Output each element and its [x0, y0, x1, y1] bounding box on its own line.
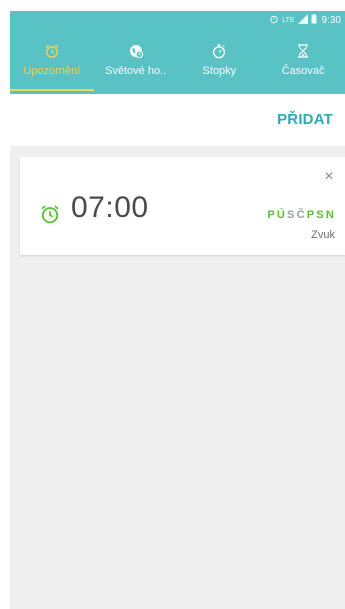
tab-world-clock[interactable]: Světové ho..	[94, 31, 178, 91]
alarm-sound-label: Zvuk	[311, 229, 335, 241]
tab-alarm[interactable]: Upozornění	[10, 31, 94, 91]
active-tab-indicator	[10, 89, 94, 91]
tab-label: Stopky	[202, 65, 237, 77]
day-tuesday: Ú	[276, 209, 287, 221]
alarm-card[interactable]: × 07:00 P Ú S Č P S N Zvuk	[20, 157, 345, 255]
alarm-clock-icon[interactable]	[39, 203, 61, 225]
tab-label: Časovač	[281, 65, 325, 77]
add-alarm-button[interactable]: PŘIDAT	[277, 111, 333, 128]
action-bar: PŘIDAT	[10, 94, 345, 146]
tab-label: Světové ho..	[105, 65, 167, 77]
alarm-clock-icon	[45, 44, 59, 58]
tab-timer[interactable]: Časovač	[261, 31, 345, 91]
day-monday: P	[267, 209, 276, 221]
alarm-status-icon	[269, 14, 279, 27]
day-wednesday: S	[287, 209, 296, 221]
lte-icon: LTE	[282, 17, 295, 24]
day-friday: P	[306, 209, 316, 221]
globe-icon	[129, 45, 143, 59]
app-header: LTE 9:30 Upozornění Světové ho.. Stopky …	[10, 11, 345, 94]
signal-icon	[297, 14, 308, 27]
stopwatch-icon	[213, 44, 226, 59]
alarm-time: 07:00	[71, 191, 149, 224]
day-sunday: N	[325, 209, 335, 221]
phone-screen: LTE 9:30 Upozornění Světové ho.. Stopky …	[10, 11, 345, 609]
delete-alarm-button[interactable]: ×	[321, 169, 337, 185]
tab-bar: Upozornění Světové ho.. Stopky Časovač	[10, 31, 345, 91]
repeat-days: P Ú S Č P S N	[267, 209, 335, 221]
status-icons: LTE 9:30	[269, 14, 341, 27]
status-bar: LTE 9:30	[10, 11, 345, 31]
day-saturday: S	[316, 209, 325, 221]
battery-icon	[311, 14, 317, 27]
tab-label: Upozornění	[23, 65, 81, 77]
tab-stopwatch[interactable]: Stopky	[178, 31, 262, 91]
day-thursday: Č	[296, 209, 306, 221]
status-time: 9:30	[321, 15, 341, 26]
hourglass-icon	[298, 44, 309, 58]
